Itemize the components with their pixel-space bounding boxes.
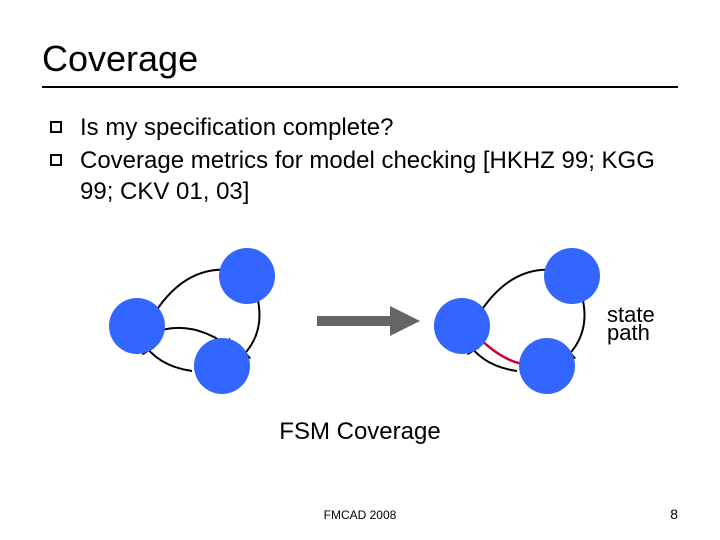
- list-item: Is my specification complete?: [50, 112, 678, 143]
- state-node-icon: [194, 338, 250, 394]
- slide: Coverage Is my specification complete? C…: [0, 0, 720, 540]
- state-node-icon: [544, 248, 600, 304]
- right-fsm: [434, 248, 600, 394]
- label-path: path: [607, 322, 650, 344]
- state-node-icon: [434, 298, 490, 354]
- page-number: 8: [670, 506, 678, 522]
- state-node-icon: [109, 298, 165, 354]
- transition-arrow-icon: [317, 306, 420, 336]
- slide-title: Coverage: [42, 38, 678, 80]
- bullet-text: Coverage metrics for model checking [HKH…: [80, 145, 678, 207]
- list-item: Coverage metrics for model checking [HKH…: [50, 145, 678, 207]
- diagram-svg: [42, 226, 682, 416]
- bullet-list: Is my specification complete? Coverage m…: [42, 112, 678, 208]
- bullet-text: Is my specification complete?: [80, 112, 678, 143]
- square-bullet-icon: [50, 154, 62, 166]
- fsm-diagram: state path: [42, 226, 678, 416]
- diagram-caption: FSM Coverage: [42, 418, 678, 446]
- state-node-icon: [519, 338, 575, 394]
- left-fsm: [109, 248, 275, 394]
- state-node-icon: [219, 248, 275, 304]
- footer-text: FMCAD 2008: [0, 508, 720, 522]
- square-bullet-icon: [50, 121, 62, 133]
- title-underline: [42, 86, 678, 88]
